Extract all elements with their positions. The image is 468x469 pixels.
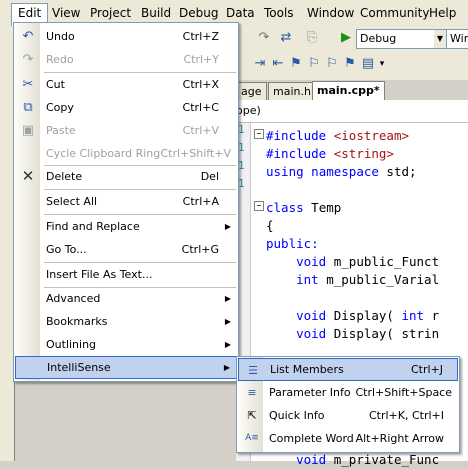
code-line: void m_public_Funct bbox=[296, 254, 440, 269]
menu-item-paste[interactable]: ▣ Paste Ctrl+V bbox=[15, 119, 237, 142]
scope-dropdown[interactable]: ope) bbox=[236, 100, 468, 123]
cut-icon: ✂ bbox=[22, 77, 34, 92]
menu-item-parameter-info[interactable]: ≡ Parameter Info Ctrl+Shift+Space bbox=[238, 381, 458, 404]
collapse-icon[interactable]: − bbox=[254, 201, 264, 211]
tab-main-h[interactable]: main.h bbox=[268, 82, 316, 100]
copy-icon: ⧉ bbox=[23, 100, 33, 115]
code-line: using namespace std; bbox=[266, 164, 417, 179]
code-line: void m_private_Func bbox=[296, 452, 440, 467]
menu-item-redo[interactable]: ↷ Redo Ctrl+Y bbox=[15, 48, 237, 71]
submenu-arrow-icon: ▶ bbox=[224, 294, 231, 303]
menu-item-outlining[interactable]: Outlining ▶ bbox=[15, 333, 237, 356]
menu-view[interactable]: View bbox=[46, 4, 86, 22]
prev-bookmark-icon[interactable]: ⚐ bbox=[306, 56, 322, 72]
code-line: void Display( strin bbox=[296, 326, 440, 341]
standard-toolbar: ↷ ⇄ ⎘ ▶ Debug ▼ Win bbox=[236, 26, 468, 53]
menu-item-complete-word[interactable]: A≡ Complete Word Alt+Right Arrow bbox=[238, 427, 458, 450]
menu-item-bookmarks[interactable]: Bookmarks ▶ bbox=[15, 310, 237, 333]
submenu-arrow-icon: ▶ bbox=[223, 363, 230, 372]
code-line: #include <string> bbox=[266, 146, 394, 161]
menu-project[interactable]: Project bbox=[84, 4, 137, 22]
start-debug-icon[interactable]: ▶ bbox=[338, 30, 354, 46]
platform-value: Win bbox=[450, 32, 468, 45]
undo-icon: ↶ bbox=[22, 29, 34, 44]
indent-icon[interactable]: ⇥ bbox=[252, 56, 268, 72]
bookmark-icon[interactable]: ⚑ bbox=[288, 56, 304, 72]
menu-item-goto[interactable]: Go To... Ctrl+G bbox=[15, 238, 237, 261]
complete-word-icon: A≡ bbox=[245, 433, 259, 443]
menu-item-find-replace[interactable]: Find and Replace ▶ bbox=[15, 215, 237, 238]
code-line: { bbox=[266, 218, 274, 233]
code-line: void Display( int r bbox=[296, 308, 440, 323]
outdent-icon[interactable]: ⇤ bbox=[270, 56, 286, 72]
submenu-arrow-icon: ▶ bbox=[224, 222, 231, 231]
navigate-icon[interactable]: ⇄ bbox=[278, 30, 294, 46]
menu-data[interactable]: Data bbox=[220, 4, 261, 22]
submenu-arrow-icon: ▶ bbox=[224, 317, 231, 326]
edit-menu: ↶ Undo Ctrl+Z ↷ Redo Ctrl+Y ✂ Cut Ctrl+X… bbox=[13, 22, 239, 382]
platform-combo[interactable]: Win bbox=[446, 29, 468, 49]
paste-icon: ▣ bbox=[21, 123, 35, 138]
menu-item-delete[interactable]: ✕ Delete Del bbox=[15, 165, 237, 188]
code-line: #include <iostream> bbox=[266, 128, 410, 143]
menu-item-select-all[interactable]: Select All Ctrl+A bbox=[15, 190, 237, 213]
code-line: public: bbox=[266, 236, 319, 251]
menu-tools[interactable]: Tools bbox=[258, 4, 300, 22]
scope-value: ope) bbox=[236, 104, 261, 117]
delete-icon: ✕ bbox=[21, 167, 35, 185]
menu-item-cycle-clipboard[interactable]: Cycle Clipboard Ring Ctrl+Shift+V bbox=[15, 142, 237, 165]
menu-window[interactable]: Window bbox=[301, 4, 360, 22]
menu-item-copy[interactable]: ⧉ Copy Ctrl+C bbox=[15, 96, 237, 119]
submenu-arrow-icon: ▶ bbox=[224, 340, 231, 349]
menu-item-quick-info[interactable]: ⇱ Quick Info Ctrl+K, Ctrl+I bbox=[238, 404, 458, 427]
menu-debug[interactable]: Debug bbox=[173, 4, 224, 22]
next-bookmark-icon[interactable]: ⚐ bbox=[324, 56, 340, 72]
code-line: int m_public_Varial bbox=[296, 272, 440, 287]
menu-help[interactable]: Help bbox=[423, 4, 462, 22]
find-icon[interactable]: ⎘ bbox=[304, 30, 320, 46]
menu-item-cut[interactable]: ✂ Cut Ctrl+X bbox=[15, 73, 237, 96]
code-line: class Temp bbox=[266, 200, 342, 215]
menu-item-undo[interactable]: ↶ Undo Ctrl+Z bbox=[15, 25, 237, 48]
redo-icon: ↷ bbox=[22, 52, 34, 67]
document-tabs: age main.h main.cpp* bbox=[236, 80, 468, 101]
tab-main-cpp[interactable]: main.cpp* bbox=[312, 81, 385, 101]
redo-toolbar-icon[interactable]: ↷ bbox=[256, 30, 272, 46]
parameter-info-icon: ≡ bbox=[247, 386, 257, 399]
solution-config-combo[interactable]: Debug ▼ bbox=[356, 29, 447, 49]
solution-config-value: Debug bbox=[360, 32, 397, 45]
intellisense-submenu: ☰ List Members Ctrl+J ≡ Parameter Info C… bbox=[236, 356, 460, 453]
clear-bookmarks-icon[interactable]: ⚑ bbox=[342, 56, 358, 72]
menu-item-insert-file[interactable]: Insert File As Text... bbox=[15, 263, 237, 286]
toolbar-options-icon[interactable]: ▾ bbox=[374, 56, 390, 72]
chevron-down-icon: ▼ bbox=[434, 30, 446, 48]
menu-item-list-members[interactable]: ☰ List Members Ctrl+J bbox=[238, 358, 458, 381]
menu-build[interactable]: Build bbox=[135, 4, 177, 22]
list-members-icon: ☰ bbox=[248, 364, 258, 377]
tab-page[interactable]: age bbox=[236, 82, 267, 100]
quick-info-icon: ⇱ bbox=[247, 409, 257, 422]
menu-item-intellisense[interactable]: IntelliSense ▶ bbox=[15, 356, 237, 379]
text-editor-toolbar: ⇥ ⇤ ⚑ ⚐ ⚐ ⚑ ▤ ▾ bbox=[236, 52, 468, 80]
menu-item-advanced[interactable]: Advanced ▶ bbox=[15, 287, 237, 310]
collapse-icon[interactable]: − bbox=[254, 129, 264, 139]
